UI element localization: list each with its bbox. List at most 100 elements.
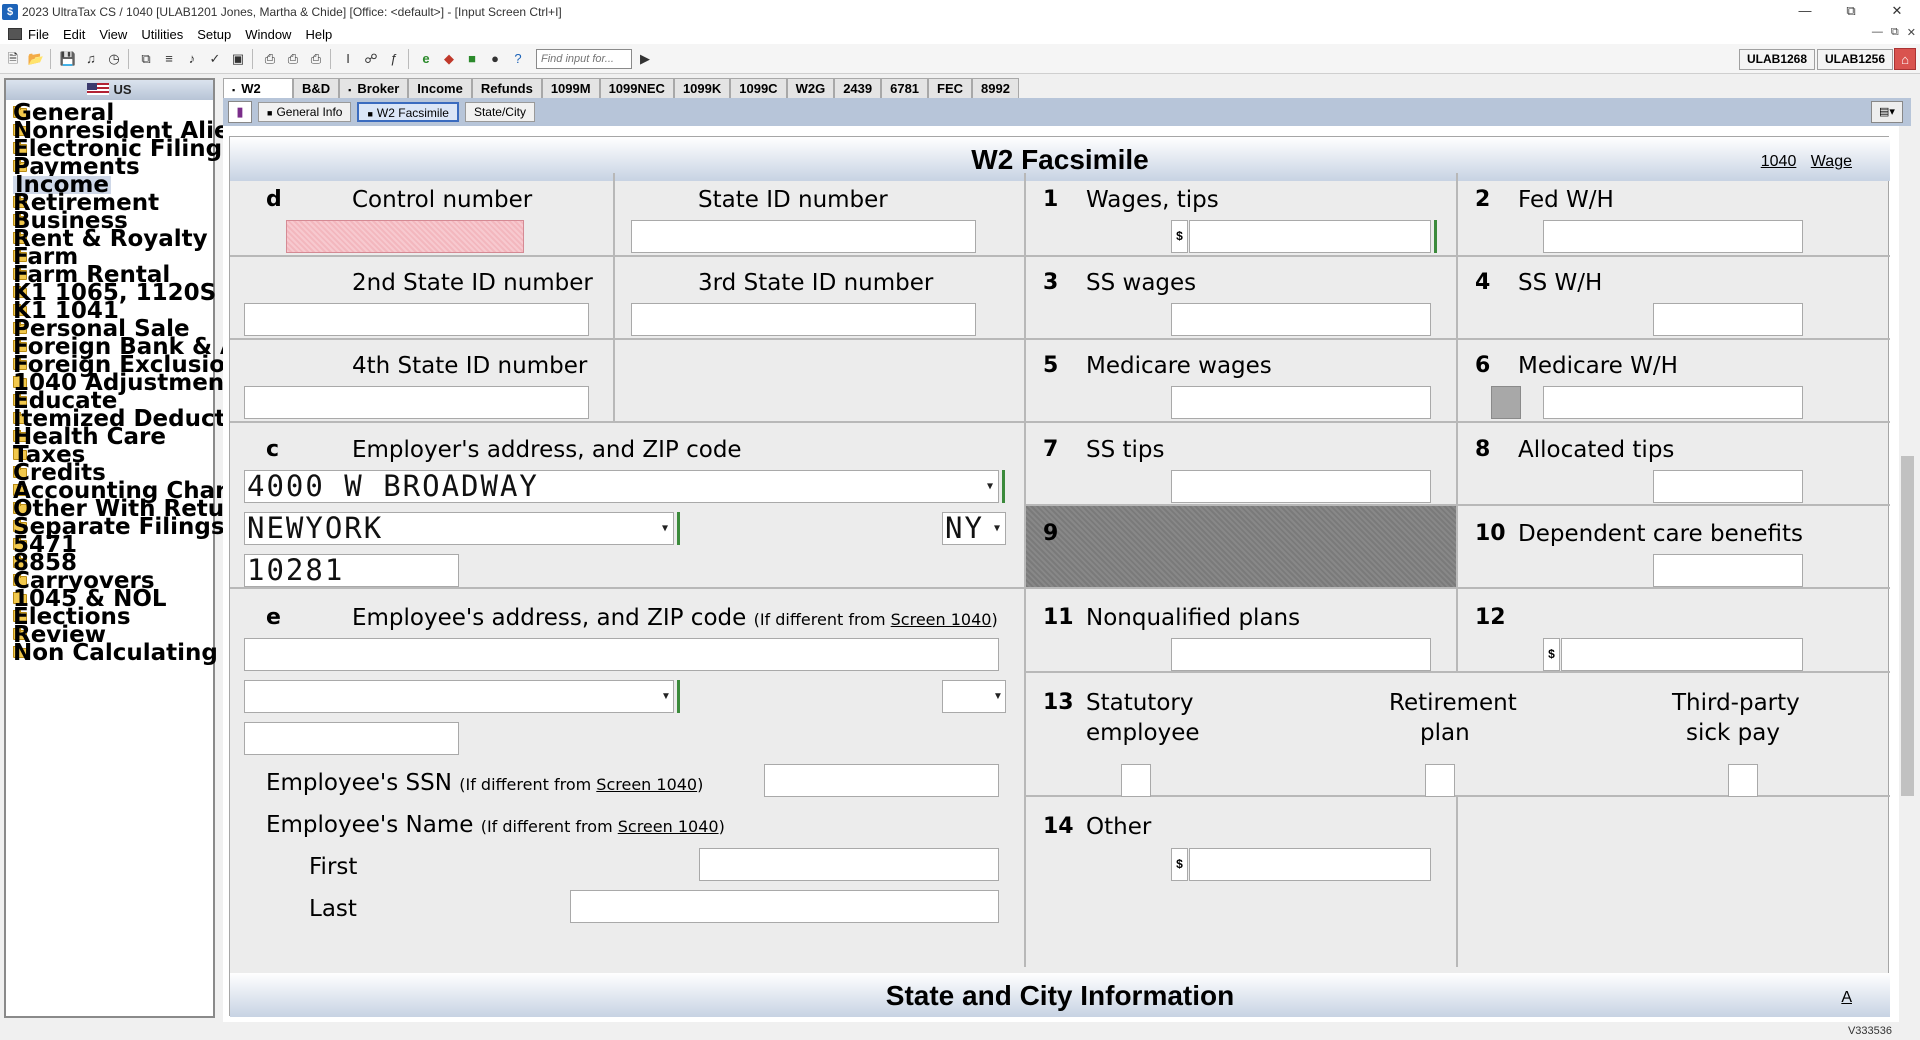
dropdown-arrow-icon[interactable]: ▼ (991, 513, 1005, 544)
image-icon[interactable]: ▣ (228, 49, 248, 69)
sidebar-item-non-calculating[interactable]: Non Calculating (6, 642, 218, 665)
tab-b-d[interactable]: B&D (293, 78, 340, 98)
menu-file[interactable]: File (28, 27, 49, 42)
last-name-input[interactable] (570, 890, 999, 923)
screen-1040-link[interactable]: Screen 1040 (891, 610, 992, 629)
print-options-icon[interactable]: ⎙ (306, 49, 326, 69)
home-icon[interactable]: ⌂ (1894, 48, 1916, 70)
menu-utilities[interactable]: Utilities (141, 27, 183, 42)
box-12-input[interactable] (1561, 638, 1803, 671)
thirdparty-sick-pay-checkbox[interactable] (1728, 764, 1758, 797)
retirement-plan-checkbox[interactable] (1425, 764, 1455, 797)
employer-city-input[interactable]: NEWYORK ▼ (244, 512, 674, 545)
checkmark-icon[interactable]: ✓ (205, 49, 225, 69)
menu-edit[interactable]: Edit (63, 27, 85, 42)
print-multiple-icon[interactable]: ⎙ (283, 49, 303, 69)
employee-ssn-input[interactable] (764, 764, 999, 797)
employer-state-select[interactable]: NY ▼ (942, 512, 1006, 545)
clock-icon[interactable]: ◷ (104, 49, 124, 69)
box-1-input[interactable] (1189, 220, 1431, 253)
control-number-input[interactable] (286, 220, 524, 253)
tab-6781[interactable]: 6781 (881, 78, 929, 98)
employee-state-select[interactable]: ▼ (942, 680, 1006, 713)
box-3-input[interactable] (1171, 303, 1431, 336)
e-file-icon[interactable]: e (416, 49, 436, 69)
tab-1099k[interactable]: 1099K (673, 78, 731, 98)
new-icon[interactable]: 🗎 (3, 49, 23, 69)
box-11-input[interactable] (1171, 638, 1431, 671)
menu-help[interactable]: Help (305, 27, 332, 42)
tab-1099nec[interactable]: 1099NEC (599, 78, 674, 98)
tab-w2-facsimile[interactable]: ■ W2 Facsimile (357, 102, 459, 122)
box-4-input[interactable] (1653, 303, 1803, 336)
box-7-input[interactable] (1171, 470, 1431, 503)
tab-w2g[interactable]: W2G (786, 78, 835, 98)
state-id-input[interactable] (631, 220, 976, 253)
scrollbar-thumb[interactable] (1901, 456, 1914, 796)
list-icon[interactable]: ≡ (159, 49, 179, 69)
state-id-3-input[interactable] (631, 303, 976, 336)
client-button-2[interactable]: ULAB1256 (1817, 49, 1894, 70)
menu-setup[interactable]: Setup (197, 27, 231, 42)
state-id-4-input[interactable] (244, 386, 589, 419)
dropdown-arrow-icon[interactable]: ▼ (991, 681, 1005, 712)
green-tool-icon[interactable]: ■ (462, 49, 482, 69)
menu-view[interactable]: View (99, 27, 127, 42)
first-name-input[interactable] (699, 848, 999, 881)
print-icon[interactable]: ⎙ (260, 49, 280, 69)
screen-1040-link[interactable]: Screen 1040 (596, 775, 697, 794)
book-icon[interactable]: ▮ (228, 101, 252, 123)
restore-icon[interactable]: ⧉ (1828, 0, 1874, 24)
note-icon[interactable]: ♪ (182, 49, 202, 69)
tab-1099m[interactable]: 1099M (541, 78, 600, 98)
box-2-input[interactable] (1543, 220, 1803, 253)
tab-1099c[interactable]: 1099C (730, 78, 787, 98)
screen-1040-link[interactable]: Screen 1040 (618, 817, 719, 836)
save-icon[interactable]: 💾 (58, 49, 78, 69)
box-10-input[interactable] (1653, 554, 1803, 587)
find-go-icon[interactable]: ▶ (635, 49, 655, 69)
dropdown-arrow-icon[interactable]: ▼ (659, 681, 673, 712)
open-folder-icon[interactable]: 📂 (26, 49, 46, 69)
text-cursor-icon[interactable]: I (338, 49, 358, 69)
document-menu-icon[interactable] (8, 28, 22, 40)
sidebar-header[interactable]: US (6, 80, 213, 100)
minimize-icon[interactable]: — (1782, 0, 1828, 24)
view-options-icon[interactable]: ▤▾ (1871, 101, 1903, 123)
tab-2439[interactable]: 2439 (834, 78, 882, 98)
network-icon[interactable]: ☍ (361, 49, 381, 69)
client-button-1[interactable]: ULAB1268 (1739, 49, 1816, 70)
tab-broker[interactable]: ▪ Broker (339, 78, 409, 98)
link-a[interactable]: A (1841, 989, 1852, 1006)
employer-street-input[interactable]: 4000 W BROADWAY ▼ (244, 470, 999, 503)
box-14-input[interactable] (1189, 848, 1431, 881)
music-note-icon[interactable]: ♫ (81, 49, 101, 69)
fx-icon[interactable]: ƒ (384, 49, 404, 69)
link-wage[interactable]: Wage (1811, 153, 1852, 170)
box-6-input[interactable] (1543, 386, 1803, 419)
box-8-input[interactable] (1653, 470, 1803, 503)
state-id-2-input[interactable] (244, 303, 589, 336)
close-icon[interactable]: ✕ (1874, 0, 1920, 24)
tab-fec[interactable]: FEC (928, 78, 973, 98)
tab-8992[interactable]: 8992 (972, 78, 1019, 98)
employee-street-input[interactable] (244, 638, 999, 671)
box-5-input[interactable] (1171, 386, 1431, 419)
tab-refunds[interactable]: Refunds (471, 78, 542, 98)
link-1040[interactable]: 1040 (1761, 153, 1797, 170)
employee-city-input[interactable]: ▼ (244, 680, 674, 713)
tab-income[interactable]: Income (408, 78, 472, 98)
find-input[interactable] (536, 48, 632, 69)
tab-general-info[interactable]: ■ General Info (258, 102, 352, 122)
binoculars-icon[interactable]: ● (485, 49, 505, 69)
doc-restore-icon[interactable]: ⧉ (1891, 26, 1899, 39)
employee-zip-input[interactable] (244, 722, 459, 755)
dropdown-arrow-icon[interactable]: ▼ (984, 471, 998, 502)
doc-minimize-icon[interactable]: — (1872, 26, 1883, 39)
tab-w2[interactable]: ▪ W2 (223, 78, 293, 98)
copy-icon[interactable]: ⧉ (136, 49, 156, 69)
help-icon[interactable]: ? (508, 49, 528, 69)
red-tool-icon[interactable]: ◆ (439, 49, 459, 69)
employer-zip-input[interactable]: 10281 (244, 554, 459, 587)
vertical-scrollbar[interactable] (1899, 126, 1916, 1022)
